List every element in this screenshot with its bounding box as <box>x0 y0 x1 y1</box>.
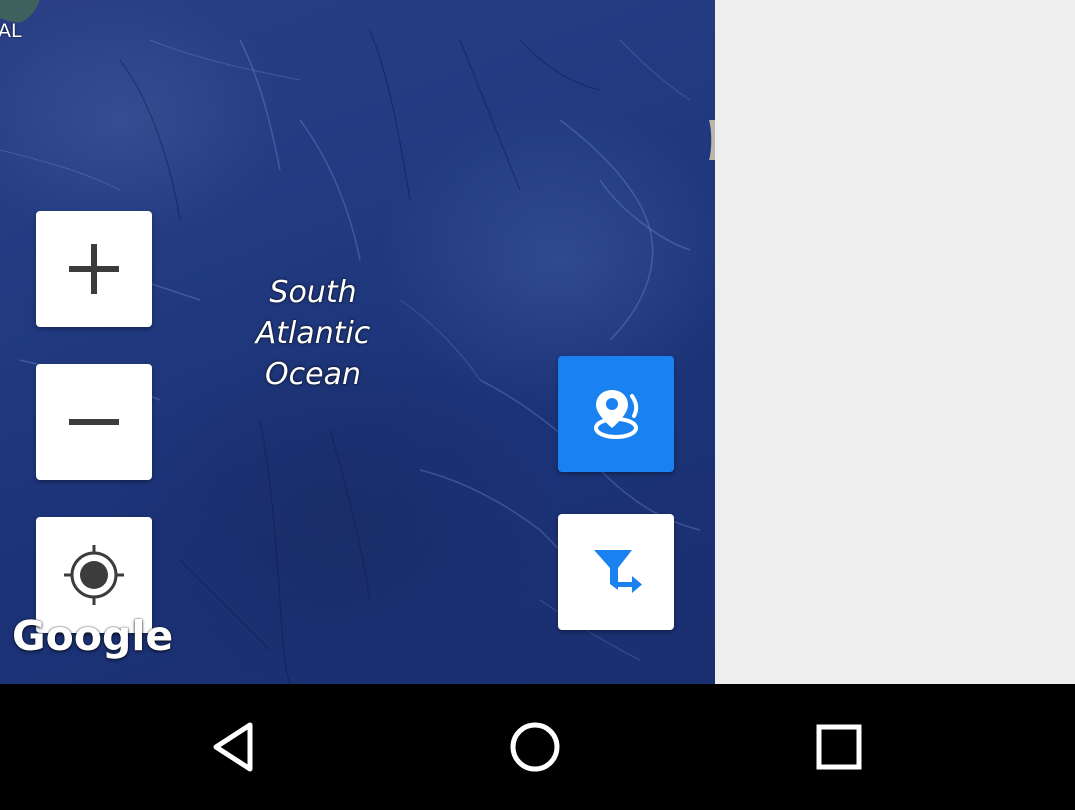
map-region-label: AL <box>0 20 22 42</box>
ocean-label-line: South <box>269 275 357 310</box>
zoom-out-button[interactable] <box>36 364 152 480</box>
plus-icon <box>69 244 119 294</box>
minus-icon <box>69 419 119 425</box>
filter-button[interactable] <box>558 514 674 630</box>
ocean-label-line: Atlantic <box>255 316 371 351</box>
app-screen: AL South Atlantic Ocean Google <box>0 0 1075 810</box>
google-logo: Google <box>12 612 174 660</box>
side-panel <box>715 0 1075 684</box>
ocean-label-line: Ocean <box>265 357 361 392</box>
locations-button[interactable] <box>558 356 674 472</box>
ocean-label: South Atlantic Ocean <box>240 272 386 395</box>
back-triangle-icon <box>213 722 253 772</box>
crosshair-target-icon <box>64 545 124 605</box>
home-button[interactable] <box>475 684 595 810</box>
recents-square-icon <box>816 724 862 770</box>
navigation-bar <box>0 684 1075 810</box>
filter-arrow-icon <box>594 550 642 593</box>
recents-button[interactable] <box>779 684 899 810</box>
back-button[interactable] <box>174 684 294 810</box>
map-view[interactable]: AL South Atlantic Ocean Google <box>0 0 715 684</box>
zoom-in-button[interactable] <box>36 211 152 327</box>
home-circle-icon <box>510 722 560 772</box>
location-pin-icon <box>594 390 639 439</box>
